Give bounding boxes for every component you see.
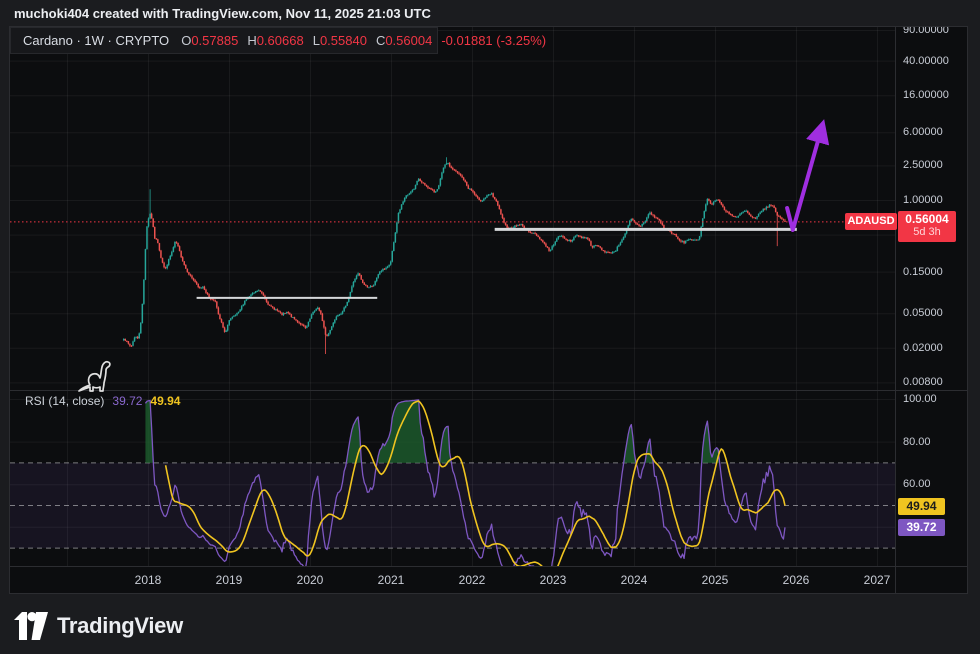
low-label: L xyxy=(313,33,320,48)
price-tick-label: 6.00000 xyxy=(903,125,943,139)
symbol-price-label: ADAUSD xyxy=(845,213,897,230)
year-label: 2021 xyxy=(378,573,405,587)
brand-name[interactable]: TradingView xyxy=(57,613,183,639)
rsi-tick-label: 80.00 xyxy=(903,435,931,449)
year-label: 2026 xyxy=(783,573,810,587)
rsi-current-value: 39.72 xyxy=(112,394,142,408)
bar-countdown: 5d 3h xyxy=(898,226,956,239)
tradingview-logo-icon[interactable] xyxy=(14,612,48,641)
price-tick-label: 16.00000 xyxy=(903,88,949,102)
year-label: 2023 xyxy=(540,573,567,587)
open-label: O xyxy=(181,33,191,48)
chart-widget[interactable]: Cardano · 1W · CRYPTO O0.57885 H0.60668 … xyxy=(9,26,968,594)
year-label: 2018 xyxy=(135,573,162,587)
attribution-text: muchoki404 created with TradingView.com,… xyxy=(14,6,431,21)
low-value: 0.55840 xyxy=(320,33,367,48)
up-arrow-drawing[interactable] xyxy=(787,130,821,230)
drawings-overlay xyxy=(10,27,967,593)
change-value: -0.01881 (-3.25%) xyxy=(441,33,546,48)
rsi-ma-current-value: 49.94 xyxy=(150,394,180,408)
rsi-tick-label: 100.00 xyxy=(903,392,937,406)
high-label: H xyxy=(247,33,256,48)
price-tick-label: 0.00800 xyxy=(903,375,943,389)
year-label: 2019 xyxy=(216,573,243,587)
rsi-tick-label: 60.00 xyxy=(903,477,931,491)
rsi-axis-label: 39.72 xyxy=(898,519,945,536)
price-tick-label: 2.50000 xyxy=(903,158,943,172)
symbol-title[interactable]: Cardano · 1W · CRYPTO xyxy=(23,33,169,48)
close-value: 0.56004 xyxy=(385,33,432,48)
rsi-ma-axis-label: 49.94 xyxy=(898,498,945,515)
last-price-box: 0.56004 5d 3h xyxy=(898,211,956,242)
high-value: 0.60668 xyxy=(257,33,304,48)
price-tick-label: 90.00000 xyxy=(903,26,949,37)
close-label: C xyxy=(376,33,385,48)
year-label: 2020 xyxy=(297,573,324,587)
price-tick-label: 0.02000 xyxy=(903,341,943,355)
price-tick-label: 40.00000 xyxy=(903,54,949,68)
dino-sticker-icon[interactable] xyxy=(79,362,110,391)
open-value: 0.57885 xyxy=(191,33,238,48)
year-label: 2024 xyxy=(621,573,648,587)
rsi-legend[interactable]: RSI (14, close) 39.72 49.94 xyxy=(25,394,180,408)
year-label: 2027 xyxy=(864,573,891,587)
rsi-title: RSI (14, close) xyxy=(25,394,104,408)
year-label: 2022 xyxy=(459,573,486,587)
symbol-legend[interactable]: Cardano · 1W · CRYPTO O0.57885 H0.60668 … xyxy=(10,27,438,54)
year-label: 2025 xyxy=(702,573,729,587)
price-tick-label: 0.05000 xyxy=(903,306,943,320)
price-tick-label: 1.00000 xyxy=(903,193,943,207)
last-price-value: 0.56004 xyxy=(898,212,956,226)
price-tick-label: 0.15000 xyxy=(903,265,943,279)
attribution-bar: muchoki404 created with TradingView.com,… xyxy=(0,0,980,26)
footer: TradingView xyxy=(14,606,183,646)
